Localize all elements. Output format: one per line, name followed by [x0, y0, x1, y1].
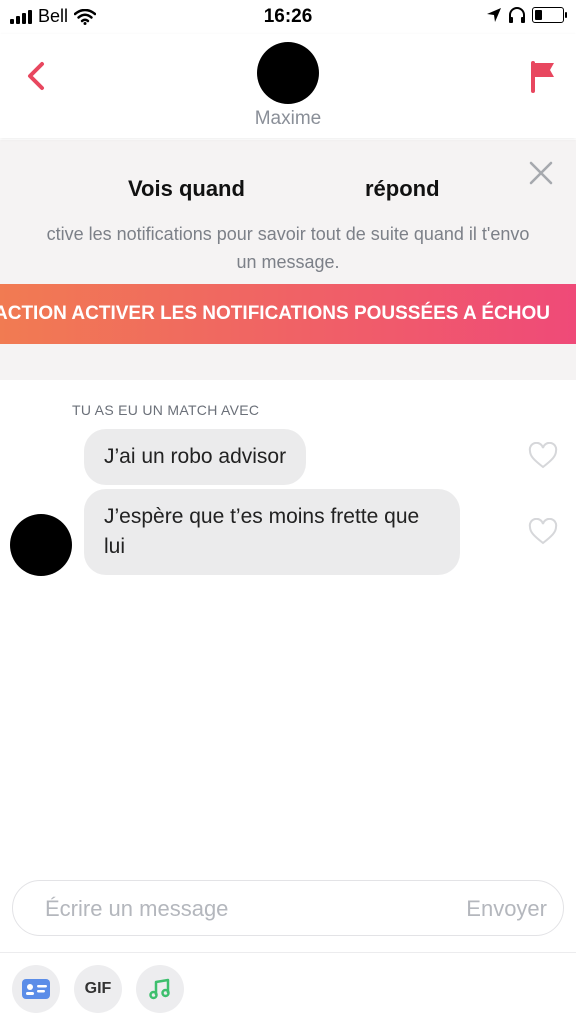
status-bar: Bell 16:26: [0, 0, 576, 34]
message-input[interactable]: Écrire un message Envoyer: [12, 880, 564, 936]
sender-avatar[interactable]: [10, 514, 72, 576]
notification-banner: Vois quand répond ctive les notification…: [0, 140, 576, 380]
enable-notifications-label: ACTION ACTIVER LES NOTIFICATIONS POUSSÉE…: [0, 303, 550, 324]
banner-title-part2: répond: [365, 176, 440, 201]
chat-header: Maxime: [0, 34, 576, 138]
gif-button[interactable]: GIF: [74, 965, 122, 1013]
banner-title-part1: Vois quand: [128, 176, 245, 201]
location-arrow-icon: [487, 8, 501, 22]
bottom-toolbar: GIF: [0, 952, 576, 1025]
match-label: TU AS EU UN MATCH AVEC: [72, 402, 260, 418]
back-chevron-icon[interactable]: [20, 58, 56, 94]
send-button[interactable]: Envoyer: [466, 896, 547, 922]
contact-card-button[interactable]: [12, 965, 60, 1013]
message-bubble[interactable]: J’espère que t’es moins frette que lui: [84, 489, 460, 575]
contact-avatar[interactable]: [257, 42, 319, 104]
heart-icon[interactable]: [528, 518, 558, 546]
battery-icon: [532, 7, 567, 23]
music-button[interactable]: [136, 965, 184, 1013]
contact-name[interactable]: Maxime: [0, 108, 576, 130]
gif-label: GIF: [84, 980, 112, 997]
banner-description: ctive les notifications pour savoir tout…: [0, 220, 576, 276]
banner-description-line2: un message.: [236, 252, 340, 272]
music-note-icon: [149, 978, 170, 1000]
banner-description-line1: ctive les notifications pour savoir tout…: [46, 224, 530, 244]
banner-title: Vois quand répond: [0, 176, 576, 206]
headphones-icon: [509, 7, 525, 23]
report-flag-icon[interactable]: [524, 58, 560, 94]
enable-notifications-button[interactable]: ACTION ACTIVER LES NOTIFICATIONS POUSSÉE…: [0, 284, 576, 344]
status-right: [486, 7, 567, 23]
message-input-placeholder: Écrire un message: [45, 896, 229, 921]
message-bubble[interactable]: J’ai un robo advisor: [84, 429, 307, 485]
heart-icon[interactable]: [528, 442, 558, 470]
contact-card-icon: [22, 979, 50, 999]
